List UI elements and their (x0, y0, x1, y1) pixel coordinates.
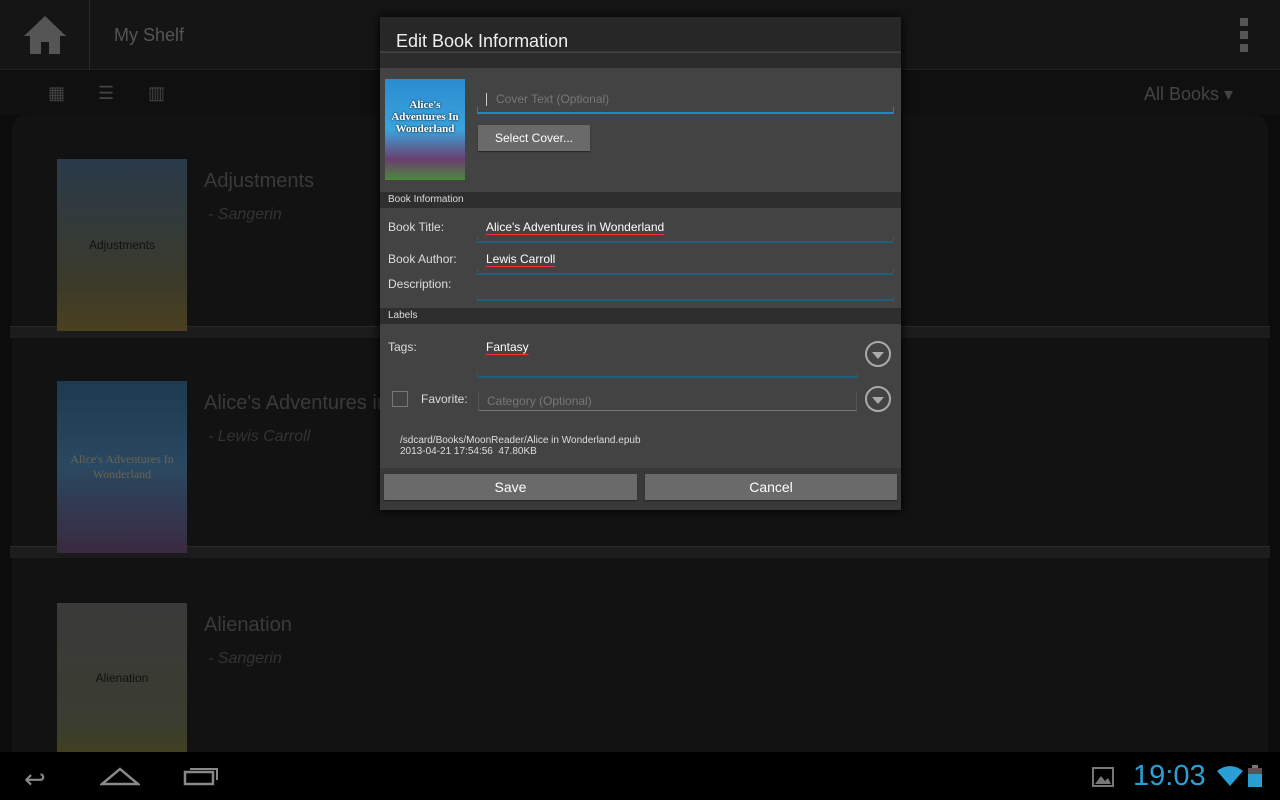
tags-label: Tags: (388, 340, 417, 354)
shelf-view-icon[interactable]: ▥ (148, 84, 168, 102)
book-title-label: Book Title: (388, 220, 445, 234)
book-author: - Lewis Carroll (208, 428, 311, 445)
shelf-plank (10, 546, 1270, 558)
favorite-label: Favorite: (421, 392, 468, 406)
dialog-separator (380, 53, 901, 68)
description-label: Description: (388, 277, 452, 291)
cancel-button[interactable]: Cancel (645, 474, 897, 500)
book-cover[interactable]: Adjustments (57, 159, 187, 331)
cover-thumbnail[interactable]: Alice's Adventures In Wonderland (385, 79, 465, 180)
description-input[interactable] (477, 294, 894, 301)
file-info: /sdcard/Books/MoonReader/Alice in Wonder… (400, 435, 641, 457)
book-title-input[interactable]: Alice's Adventures in Wonderland (477, 220, 894, 243)
cover-text-placeholder: Cover Text (Optional) (486, 93, 894, 106)
overflow-menu-icon[interactable] (1240, 18, 1248, 52)
save-button[interactable]: Save (384, 474, 637, 500)
book-title-value: Alice's Adventures in Wonderland (486, 220, 665, 234)
book-title[interactable]: Adjustments (204, 170, 314, 193)
clock[interactable]: 19:03 (1133, 760, 1206, 793)
book-cover[interactable]: Alienation (57, 603, 187, 752)
book-cover[interactable]: Alice's Adventures In Wonderland (57, 381, 187, 553)
battery-icon (1248, 765, 1262, 787)
divider (89, 0, 90, 70)
filter-label: All Books (1144, 84, 1220, 104)
file-date-size: 2013-04-21 17:54:56 47.80KB (400, 446, 537, 457)
category-placeholder: Category (Optional) (487, 394, 592, 408)
cover-text: Alienation (95, 670, 149, 685)
cover-text: Adjustments (88, 238, 156, 252)
tags-dropdown-icon[interactable] (865, 341, 891, 367)
book-author-label: Book Author: (388, 252, 457, 266)
cover-text-input[interactable]: Cover Text (Optional) (477, 93, 894, 114)
tags-input[interactable]: Fantasy (477, 340, 858, 378)
book-author: - Sangerin (208, 206, 282, 223)
wifi-icon (1217, 766, 1243, 786)
category-input[interactable]: Category (Optional) (478, 392, 857, 411)
book-title[interactable]: Alienation (204, 614, 292, 637)
gallery-notification-icon[interactable] (1092, 767, 1114, 787)
app-title: My Shelf (114, 25, 185, 45)
category-dropdown-icon[interactable] (865, 386, 891, 412)
tags-value: Fantasy (486, 340, 529, 354)
file-path: /sdcard/Books/MoonReader/Alice in Wonder… (400, 435, 641, 446)
section-labels: Labels (380, 308, 901, 324)
list-view-icon[interactable]: ☰ (98, 84, 118, 102)
dialog-title: Edit Book Information (380, 17, 901, 52)
cover-thumbnail-text: Alice's Adventures In Wonderland (391, 99, 459, 135)
home-icon[interactable] (22, 14, 68, 56)
cover-text: Alice's Adventures In Wonderland (70, 452, 174, 481)
back-icon[interactable]: ↩ (24, 764, 46, 795)
recent-apps-icon[interactable] (183, 766, 219, 786)
edit-book-dialog: Edit Book Information Alice's Adventures… (380, 17, 901, 510)
section-book-information: Book Information (380, 192, 901, 208)
filter-dropdown[interactable]: All Books ▾ (1144, 84, 1233, 105)
home-nav-icon[interactable] (100, 766, 140, 786)
book-author-value: Lewis Carroll (486, 252, 556, 266)
book-author: - Sangerin (208, 650, 282, 667)
book-author-input[interactable]: Lewis Carroll (477, 252, 894, 275)
grid-view-icon[interactable]: ▦ (48, 84, 68, 102)
favorite-checkbox[interactable] (392, 391, 408, 407)
select-cover-button[interactable]: Select Cover... (478, 125, 590, 151)
